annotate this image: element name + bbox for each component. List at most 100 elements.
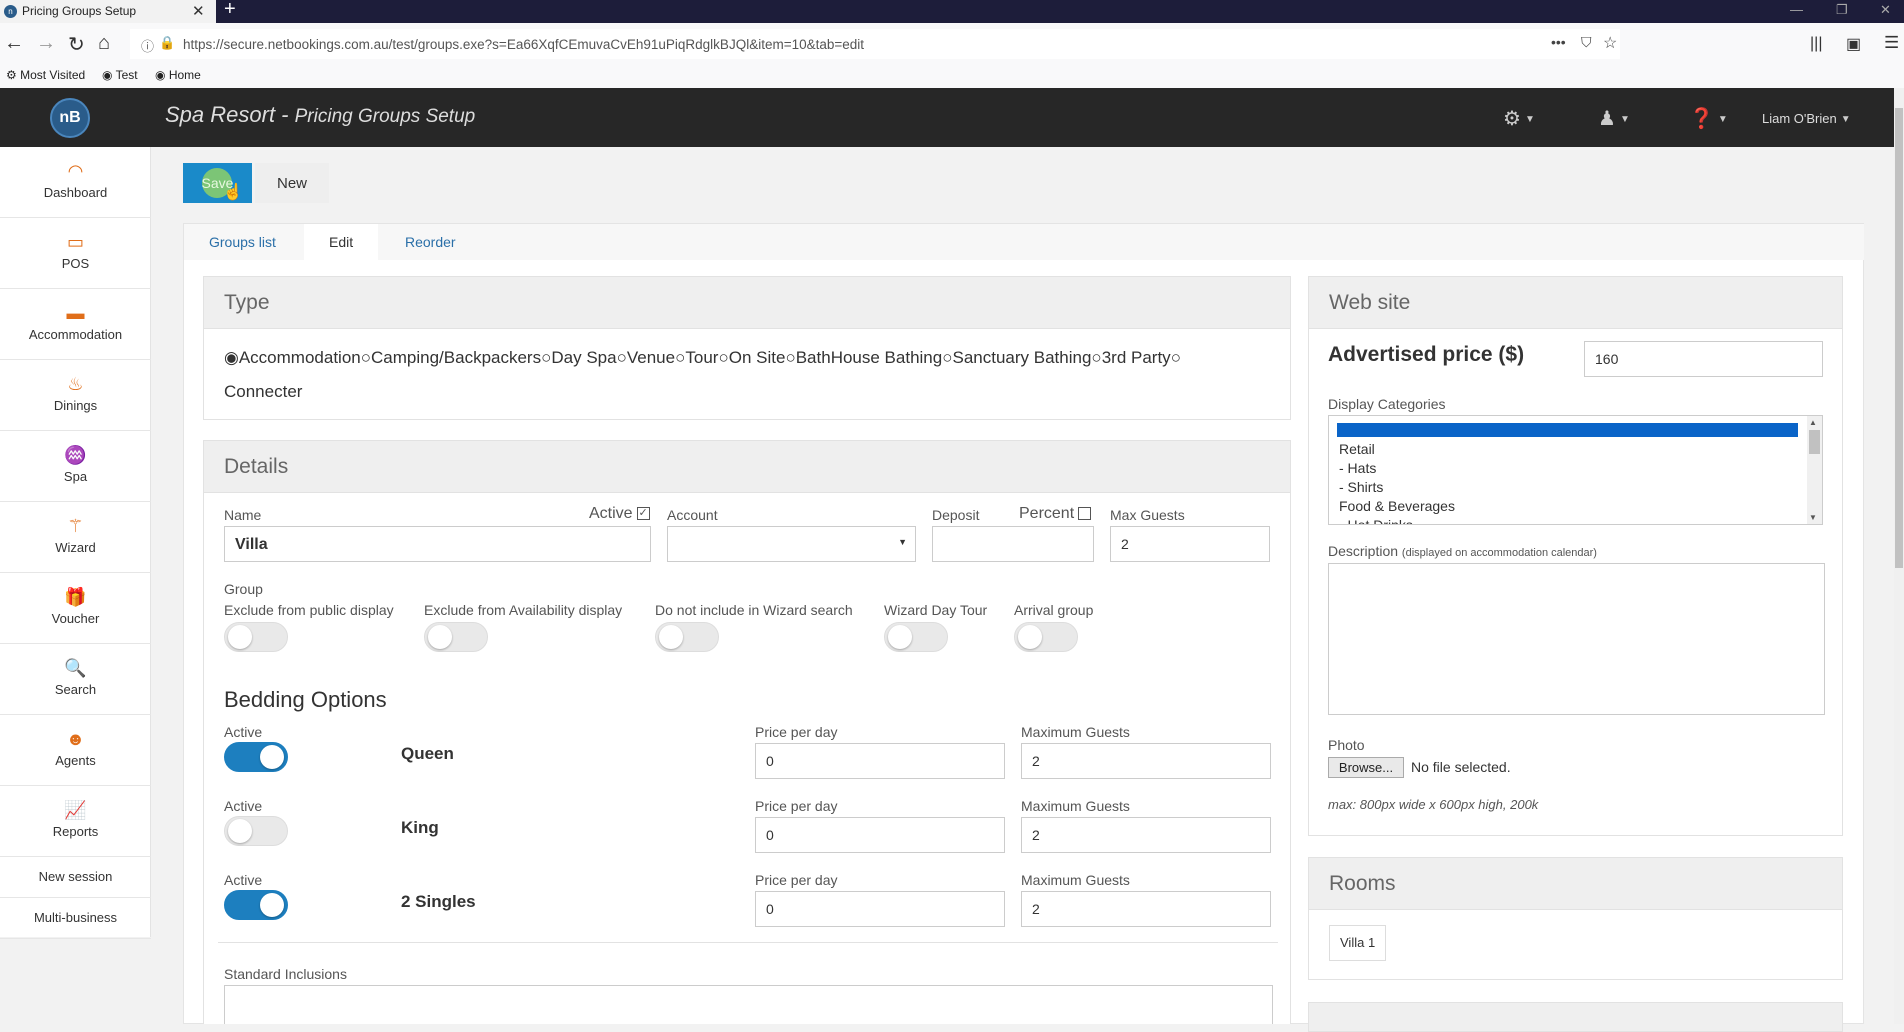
singles-price-field[interactable]: 0 <box>755 891 1005 927</box>
listbox-scrollbar[interactable]: ▲ ▼ <box>1807 416 1822 524</box>
percent-label: Percent <box>1019 505 1092 523</box>
description-textarea[interactable] <box>1328 563 1825 715</box>
advertised-price-field[interactable]: 160 <box>1584 341 1823 377</box>
sidebar-toggle-icon[interactable]: ▣ <box>1846 34 1861 54</box>
category-item[interactable]: - Hats <box>1339 459 1455 478</box>
bedding-heading: Bedding Options <box>224 687 387 712</box>
sidebar-item-voucher[interactable]: 🎁 Voucher <box>0 573 151 644</box>
user-menu[interactable]: Liam O'Brien ▼ <box>1762 111 1851 126</box>
menu-icon[interactable]: ☰ <box>1884 33 1899 53</box>
back-icon[interactable]: ← <box>4 32 24 55</box>
sidebar-item-accommodation[interactable]: ▬ Accommodation <box>0 289 151 360</box>
app-logo[interactable]: nB <box>50 98 90 138</box>
percent-checkbox[interactable] <box>1078 507 1092 521</box>
library-icon[interactable]: ||| <box>1810 35 1822 53</box>
category-item[interactable]: - Hot Drinks <box>1339 516 1455 524</box>
page-scrollbar[interactable] <box>1894 88 1904 1024</box>
singles-active-toggle[interactable] <box>224 890 288 920</box>
account-select[interactable]: ▼ <box>667 526 916 562</box>
deposit-field[interactable] <box>932 526 1094 562</box>
exclude-wizard-toggle[interactable] <box>655 622 719 652</box>
category-item[interactable]: Retail <box>1339 440 1455 459</box>
bookmark-home[interactable]: ◉ Home <box>155 68 201 82</box>
radio-accommodation[interactable]: ◉Accommodation <box>224 348 361 367</box>
sidebar-item-dinings[interactable]: ♨ Dinings <box>0 360 151 431</box>
sidebar-item-reports[interactable]: 📈 Reports <box>0 786 151 857</box>
name-field[interactable]: Villa <box>224 526 651 562</box>
exclude-public-toggle[interactable] <box>224 622 288 652</box>
multi-business-link[interactable]: Multi-business <box>0 898 151 939</box>
king-active-toggle[interactable] <box>224 816 288 846</box>
name-label: Name <box>224 507 262 523</box>
guests-label: Maximum Guests <box>1021 724 1130 740</box>
close-window-icon[interactable]: ✕ <box>1880 2 1891 18</box>
arrival-group-toggle[interactable] <box>1014 622 1078 652</box>
dining-icon: ♨ <box>67 374 84 394</box>
queen-active-toggle[interactable] <box>224 742 288 772</box>
sidebar-item-dashboard[interactable]: ◠ Dashboard <box>0 147 151 218</box>
wizard-day-tour-toggle[interactable] <box>884 622 948 652</box>
new-tab-icon[interactable]: + <box>224 0 236 21</box>
sidebar-item-spa[interactable]: ♒ Spa <box>0 431 151 502</box>
url-bar[interactable]: ⓘ 🔒 https://secure.netbookings.com.au/te… <box>130 29 1620 59</box>
inclusions-textarea[interactable] <box>224 985 1273 1024</box>
browser-tab[interactable]: n Pricing Groups Setup ✕ <box>0 0 216 23</box>
forward-icon[interactable]: → <box>36 32 56 55</box>
chart-icon: 📈 <box>64 800 87 820</box>
radio-bathhouse[interactable]: ○BathHouse Bathing <box>785 348 942 367</box>
help-icon[interactable]: ❓ ▼ <box>1689 106 1728 131</box>
pocket-icon[interactable]: ⛉ <box>1581 34 1592 51</box>
minimize-icon[interactable]: — <box>1790 2 1803 17</box>
active-checkbox[interactable]: ✓ <box>636 507 650 521</box>
exclude-availability-toggle[interactable] <box>424 622 488 652</box>
max-guests-field[interactable]: 2 <box>1110 526 1270 562</box>
settings-icon[interactable]: ⚙ ▼ <box>1503 106 1535 131</box>
restore-icon[interactable]: ❐ <box>1836 2 1848 18</box>
reload-icon[interactable]: ↻ <box>68 32 85 57</box>
new-button[interactable]: New <box>255 163 329 203</box>
info-icon[interactable]: ⓘ <box>141 36 154 55</box>
queen-guests-field[interactable]: 2 <box>1021 743 1271 779</box>
categories-listbox[interactable]: Retail - Hats - Shirts Food & Beverages … <box>1328 415 1823 525</box>
new-session-link[interactable]: New session <box>0 857 151 898</box>
category-item[interactable]: - Shirts <box>1339 478 1455 497</box>
sidebar: ◠ Dashboard ▭ POS ▬ Accommodation ♨ Dinings … <box>0 147 151 939</box>
sidebar-item-search[interactable]: 🔍 Search <box>0 644 151 715</box>
next-box <box>1308 1002 1843 1032</box>
room-chip[interactable]: Villa 1 <box>1329 925 1387 961</box>
tab-reorder[interactable]: Reorder <box>380 224 481 260</box>
home-icon[interactable]: ⌂ <box>98 32 110 55</box>
close-tab-icon[interactable]: ✕ <box>192 2 205 20</box>
bed-name-singles: 2 Singles <box>401 892 476 911</box>
page-actions-icon[interactable]: ••• <box>1551 34 1566 50</box>
queen-price-field[interactable]: 0 <box>755 743 1005 779</box>
selected-category[interactable] <box>1337 423 1798 437</box>
tab-edit[interactable]: Edit <box>304 224 379 260</box>
sidebar-item-agents[interactable]: ☻ Agents <box>0 715 151 786</box>
king-guests-field[interactable]: 2 <box>1021 817 1271 853</box>
bookmark-test[interactable]: ◉ Test <box>102 68 138 82</box>
radio-sanctuary[interactable]: ○Sanctuary Bathing <box>942 348 1091 367</box>
rooms-box: Rooms Villa 1 <box>1308 857 1843 980</box>
radio-camping[interactable]: ○Camping/Backpackers <box>361 348 541 367</box>
sidebar-item-wizard[interactable]: ⚚ Wizard <box>0 502 151 573</box>
bookmark-most-visited[interactable]: ⚙ Most Visited <box>6 68 85 82</box>
category-item[interactable]: Food & Beverages <box>1339 497 1455 516</box>
type-radio-group: ◉Accommodation○Camping/Backpackers○Day S… <box>224 341 1254 409</box>
url-text: https://secure.netbookings.com.au/test/g… <box>183 37 865 52</box>
singles-guests-field[interactable]: 2 <box>1021 891 1271 927</box>
radio-tour[interactable]: ○Tour <box>675 348 718 367</box>
radio-venue[interactable]: ○Venue <box>617 348 676 367</box>
browse-button[interactable]: Browse... <box>1328 757 1404 778</box>
radio-on-site[interactable]: ○On Site <box>718 348 785 367</box>
chevron-down-icon: ▼ <box>898 537 907 547</box>
sidebar-item-pos[interactable]: ▭ POS <box>0 218 151 289</box>
type-box: Type ◉Accommodation○Camping/Backpackers○… <box>203 276 1291 420</box>
user-admin-icon[interactable]: ♟ ▼ <box>1598 106 1630 131</box>
radio-day-spa[interactable]: ○Day Spa <box>541 348 616 367</box>
bookmark-star-icon[interactable]: ☆ <box>1603 33 1617 53</box>
radio-3rd-party[interactable]: ○3rd Party <box>1091 348 1170 367</box>
king-price-field[interactable]: 0 <box>755 817 1005 853</box>
price-label: Price per day <box>755 872 838 888</box>
tab-groups-list[interactable]: Groups list <box>184 224 301 260</box>
